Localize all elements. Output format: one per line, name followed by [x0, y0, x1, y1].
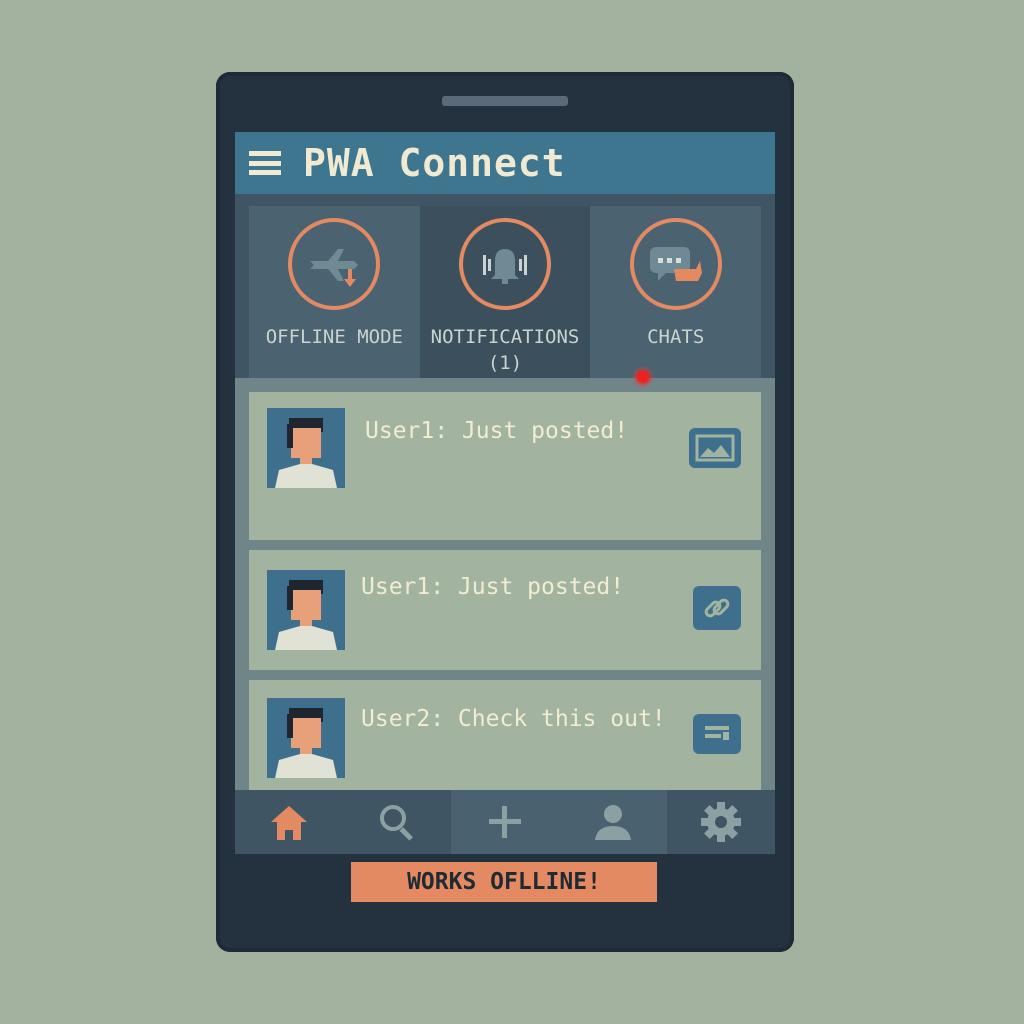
plane-download-icon: [288, 218, 381, 310]
post-text: User1: Just posted!: [361, 574, 625, 600]
phone-frame: PWA Connect OFFLINE MODE NOTIFICATIONS (…: [216, 72, 794, 952]
list-item[interactable]: User1: Just posted!: [249, 550, 761, 670]
tab-add[interactable]: [451, 790, 559, 854]
avatar: [267, 698, 345, 778]
profile-icon: [595, 805, 631, 840]
settings-icon: [701, 802, 741, 842]
home-icon: [271, 806, 307, 840]
list-item[interactable]: User2: Check this out!: [249, 680, 761, 790]
list-item[interactable]: User1: Just posted!: [249, 392, 761, 540]
hamburger-menu-icon[interactable]: [249, 147, 281, 179]
avatar: [267, 570, 345, 650]
feature-label: CHATS: [647, 326, 705, 348]
app-screen: PWA Connect OFFLINE MODE NOTIFICATIONS (…: [235, 132, 775, 854]
tab-home[interactable]: [235, 790, 343, 854]
image-icon[interactable]: [689, 428, 741, 468]
add-icon: [489, 806, 521, 838]
message-icon[interactable]: [693, 714, 741, 754]
link-icon[interactable]: [693, 586, 741, 630]
bottom-tab-bar: [235, 790, 775, 854]
feature-notifications[interactable]: NOTIFICATIONS (1): [419, 206, 591, 378]
tab-settings[interactable]: [667, 790, 775, 854]
search-icon: [380, 805, 413, 841]
avatar: [267, 408, 345, 488]
tab-profile[interactable]: [559, 790, 667, 854]
feature-label: OFFLINE MODE: [265, 326, 403, 348]
tab-search[interactable]: [343, 790, 451, 854]
phone-speaker: [442, 96, 568, 106]
app-header: PWA Connect: [235, 132, 775, 194]
offline-banner: WORKS OFLLINE!: [351, 862, 657, 902]
feature-chats[interactable]: CHATS: [590, 206, 762, 378]
bell-icon: [459, 218, 551, 310]
post-text: User1: Just posted!: [365, 418, 629, 444]
post-feed: User1: Just posted! User1: Just posted! …: [235, 378, 775, 790]
pointer-indicator: [632, 366, 654, 388]
post-text: User2: Check this out!: [361, 706, 666, 732]
feature-offline-mode[interactable]: OFFLINE MODE: [249, 206, 420, 378]
feature-grid: OFFLINE MODE NOTIFICATIONS (1) CHATS: [249, 206, 762, 378]
chat-icon: [629, 218, 722, 310]
feature-label: NOTIFICATIONS (1): [430, 326, 580, 374]
app-title: PWA Connect: [303, 141, 566, 185]
